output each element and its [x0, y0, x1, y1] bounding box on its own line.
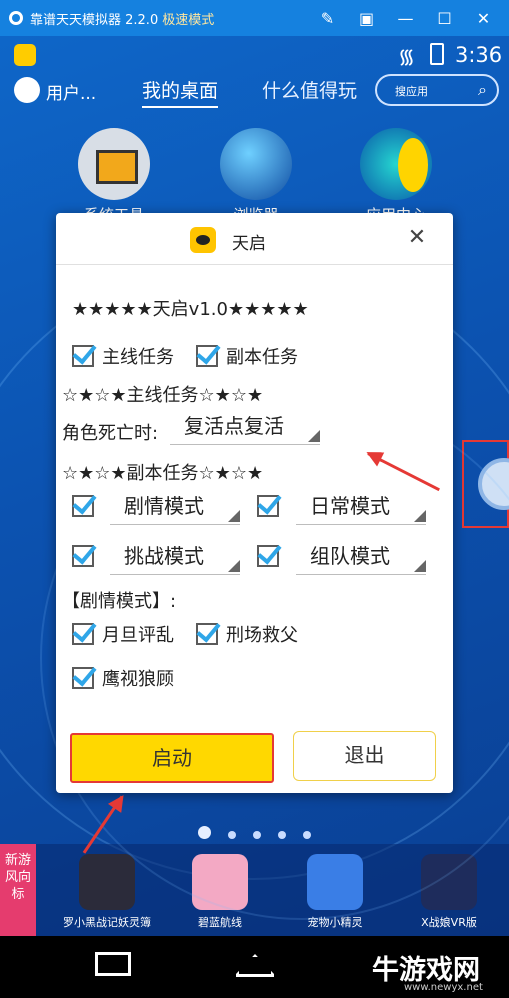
featured-games-rail: 新游风向标 罗小黑战记妖灵簿 碧蓝航线 宠物小精灵 X战娘VR版	[0, 844, 509, 936]
dropdown-value: 日常模式	[310, 494, 390, 518]
checkbox-label: 副本任务	[226, 347, 298, 368]
game-icon	[421, 854, 477, 910]
featured-app[interactable]: 碧蓝航线	[165, 854, 275, 930]
death-label: 角色死亡时:	[62, 423, 159, 444]
dungeon-quest-checkbox[interactable]: 副本任务	[196, 343, 298, 369]
team-mode-dropdown[interactable]: 组队模式	[296, 541, 426, 575]
team-mode-checkbox[interactable]	[257, 545, 287, 567]
dialog-title: 天启	[232, 234, 266, 254]
watermark-url: www.newyx.net	[404, 982, 483, 993]
home-icon[interactable]	[236, 954, 274, 974]
page-dot[interactable]	[278, 831, 286, 839]
page-dot[interactable]	[228, 831, 236, 839]
featured-app-name: 宠物小精灵	[307, 916, 363, 929]
checkbox-checked-icon	[72, 545, 94, 567]
checkbox-checked-icon	[72, 345, 94, 367]
featured-app[interactable]: X战娘VR版	[394, 854, 504, 930]
recent-apps-icon[interactable]	[95, 952, 131, 976]
desktop-icons: 系统工具 浏览器 应用中心	[0, 128, 509, 224]
page-dot[interactable]	[253, 831, 261, 839]
page-indicator	[198, 824, 328, 843]
dropdown-value: 组队模式	[310, 544, 390, 568]
app-center-icon[interactable]	[360, 128, 432, 200]
dungeon-section-heading: ☆★☆★副本任务☆★☆★	[62, 463, 264, 484]
daily-mode-dropdown[interactable]: 日常模式	[296, 491, 426, 525]
daily-mode-checkbox[interactable]	[257, 495, 287, 517]
browser-icon[interactable]	[220, 128, 292, 200]
tab-my-desktop[interactable]: 我的桌面	[142, 76, 219, 108]
close-icon[interactable]: ✕	[404, 225, 430, 251]
story-mode-checkbox[interactable]	[72, 495, 102, 517]
search-icon[interactable]: ⌕	[478, 80, 487, 100]
story-task-checkbox[interactable]: 刑场救父	[196, 621, 298, 647]
system-tools-icon[interactable]	[78, 128, 150, 200]
checkbox-checked-icon	[257, 545, 279, 567]
page-dot[interactable]	[198, 826, 211, 839]
page-dot[interactable]	[303, 831, 311, 839]
checkbox-checked-icon	[72, 623, 94, 645]
main-section-heading: ☆★☆★主线任务☆★☆★	[62, 385, 264, 406]
checkbox-checked-icon	[196, 623, 218, 645]
game-icon	[192, 854, 248, 910]
game-icon	[79, 854, 135, 910]
status-time: 3:36	[455, 43, 503, 67]
search-box[interactable]: 搜应用 ⌕	[375, 74, 499, 106]
dialog-body: ★★★★★天启v1.0★★★★★ 主线任务 副本任务 ☆★☆★主线任务☆★☆★ …	[56, 265, 453, 695]
story-task-checkbox[interactable]: 鹰视狼顾	[72, 665, 174, 691]
game-icon	[307, 854, 363, 910]
emulator-app-icon	[14, 44, 36, 66]
tab-worth-playing[interactable]: 什么值得玩	[262, 76, 357, 103]
home-icon-base	[236, 974, 274, 977]
minimize-icon[interactable]: —	[386, 9, 425, 28]
checkbox-checked-icon	[196, 345, 218, 367]
speed-mode-label[interactable]: 极速模式	[162, 9, 214, 28]
death-option-dropdown[interactable]: 复活点复活	[170, 411, 320, 445]
window-title: 靠谱天天模拟器 2.2.0	[30, 12, 159, 28]
featured-app[interactable]: 罗小黑战记妖灵簿	[52, 854, 162, 930]
pin-icon[interactable]: ✎	[308, 9, 347, 28]
story-mode-heading: 【剧情模式】:	[62, 591, 177, 612]
restore-icon[interactable]: ▣	[347, 9, 386, 28]
checkbox-label: 鹰视狼顾	[102, 669, 174, 690]
challenge-mode-checkbox[interactable]	[72, 545, 102, 567]
featured-app-name: X战娘VR版	[421, 916, 477, 929]
story-mode-dropdown[interactable]: 剧情模式	[110, 491, 240, 525]
dropdown-value: 剧情模式	[124, 494, 204, 518]
checkbox-checked-icon	[257, 495, 279, 517]
emulator-titlebar: 靠谱天天模拟器 2.2.0 极速模式 ✎ ▣ — ☐ ✕	[0, 0, 509, 36]
user-avatar-icon[interactable]	[14, 77, 40, 103]
start-button[interactable]: 启动	[70, 733, 274, 783]
desktop-topnav: 用户... 我的桌面 什么值得玩 搜应用 ⌕	[0, 72, 509, 112]
script-header: ★★★★★天启v1.0★★★★★	[72, 299, 309, 320]
emulator-logo-icon	[9, 11, 23, 25]
dropdown-value: 复活点复活	[184, 414, 284, 438]
challenge-mode-dropdown[interactable]: 挑战模式	[110, 541, 240, 575]
script-dialog: 天启 ✕ ★★★★★天启v1.0★★★★★ 主线任务 副本任务 ☆★☆★主线任务…	[56, 213, 453, 793]
exit-button[interactable]: 退出	[293, 731, 436, 781]
battery-icon	[430, 43, 444, 65]
user-name[interactable]: 用户...	[46, 79, 96, 104]
rail-tag: 新游风向标	[0, 844, 36, 936]
android-statusbar: ᯾ 3:36	[0, 36, 509, 72]
floating-assistant-icon[interactable]	[478, 458, 509, 510]
close-icon[interactable]: ✕	[464, 9, 503, 28]
story-task-checkbox[interactable]: 月旦评乱	[72, 621, 174, 647]
bee-logo-icon	[190, 227, 216, 253]
checkbox-label: 刑场救父	[226, 625, 298, 646]
main-quest-checkbox[interactable]: 主线任务	[72, 343, 174, 369]
checkbox-checked-icon	[72, 495, 94, 517]
checkbox-label: 月旦评乱	[102, 625, 174, 646]
featured-app-name: 罗小黑战记妖灵簿	[63, 916, 151, 929]
checkbox-label: 主线任务	[102, 347, 174, 368]
checkbox-checked-icon	[72, 667, 94, 689]
featured-app[interactable]: 宠物小精灵	[280, 854, 390, 930]
featured-app-name: 碧蓝航线	[198, 916, 242, 929]
wifi-icon: ᯾	[398, 44, 416, 68]
dialog-header: 天启 ✕	[56, 213, 453, 265]
floating-ball-highlight	[462, 440, 509, 528]
search-placeholder: 搜应用	[395, 85, 428, 98]
maximize-icon[interactable]: ☐	[425, 9, 464, 28]
dropdown-value: 挑战模式	[124, 544, 204, 568]
